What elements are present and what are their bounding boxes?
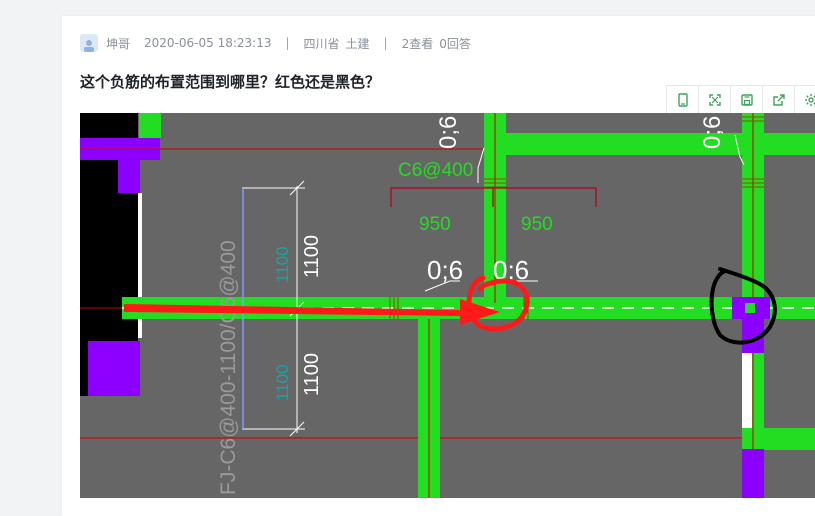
column-purple-right-bottom <box>742 449 764 498</box>
green-beam-horizontal-top <box>484 133 815 155</box>
node-label-top-right: 0;6 <box>699 116 726 149</box>
green-beam-stub <box>139 113 161 138</box>
share-button[interactable] <box>763 86 795 114</box>
fullscreen-icon <box>708 93 722 107</box>
green-node-square <box>745 303 755 313</box>
cad-drawing[interactable]: C6@400 950 950 0;6 0;6 0;6 0;6 1100 1100… <box>80 113 815 498</box>
settings-icon <box>804 93 815 107</box>
node-label-top: 0;6 <box>435 116 462 149</box>
rebar-spec-label: FJ-C6@400-1100/C6@400 <box>217 240 240 495</box>
post-province[interactable]: 四川省 <box>304 35 340 52</box>
dimension-lower: 1100 <box>301 353 323 396</box>
dimension-lower-inner: 1100 <box>273 364 292 401</box>
meta-separator: | <box>384 36 388 50</box>
post-category[interactable]: 土建 <box>346 35 370 52</box>
green-beam-lower-right <box>752 428 815 450</box>
black-wall-lower <box>80 341 88 396</box>
right-extent-label: 950 <box>521 214 553 235</box>
share-icon <box>772 93 786 107</box>
view-count: 2查看 <box>402 35 434 52</box>
cad-drawing-canvas: C6@400 950 950 0;6 0;6 0;6 0;6 1100 1100… <box>80 113 815 498</box>
dimension-upper-inner: 1100 <box>273 246 292 283</box>
avatar[interactable] <box>80 34 98 52</box>
post-datetime: 2020-06-05 18:23:13 <box>144 36 271 50</box>
image-toolbar <box>666 85 815 115</box>
column-purple-bottom <box>88 341 140 396</box>
meta-separator: | <box>285 36 289 50</box>
column-purple-stub <box>118 160 140 193</box>
white-strip-right <box>742 353 752 428</box>
leader-line <box>478 148 484 183</box>
post-meta: 坤哥 2020-06-05 18:23:13 | 四川省 土建 | 2查看 0回… <box>80 33 471 53</box>
tablet-view-button[interactable] <box>667 86 699 114</box>
spacing-label: C6@400 <box>398 160 473 181</box>
save-icon <box>740 93 754 107</box>
tablet-icon <box>676 93 690 107</box>
answer-count: 0回答 <box>439 35 471 52</box>
save-button[interactable] <box>731 86 763 114</box>
question-title[interactable]: 这个负筋的布置范围到哪里？红色还是黑色？ <box>80 71 380 92</box>
user-avatar-icon <box>82 38 96 52</box>
settings-button[interactable] <box>795 86 815 114</box>
left-extent-label: 950 <box>419 214 451 235</box>
fullscreen-button[interactable] <box>699 86 731 114</box>
author-name[interactable]: 坤哥 <box>106 35 130 52</box>
dimension-upper: 1100 <box>301 235 323 278</box>
